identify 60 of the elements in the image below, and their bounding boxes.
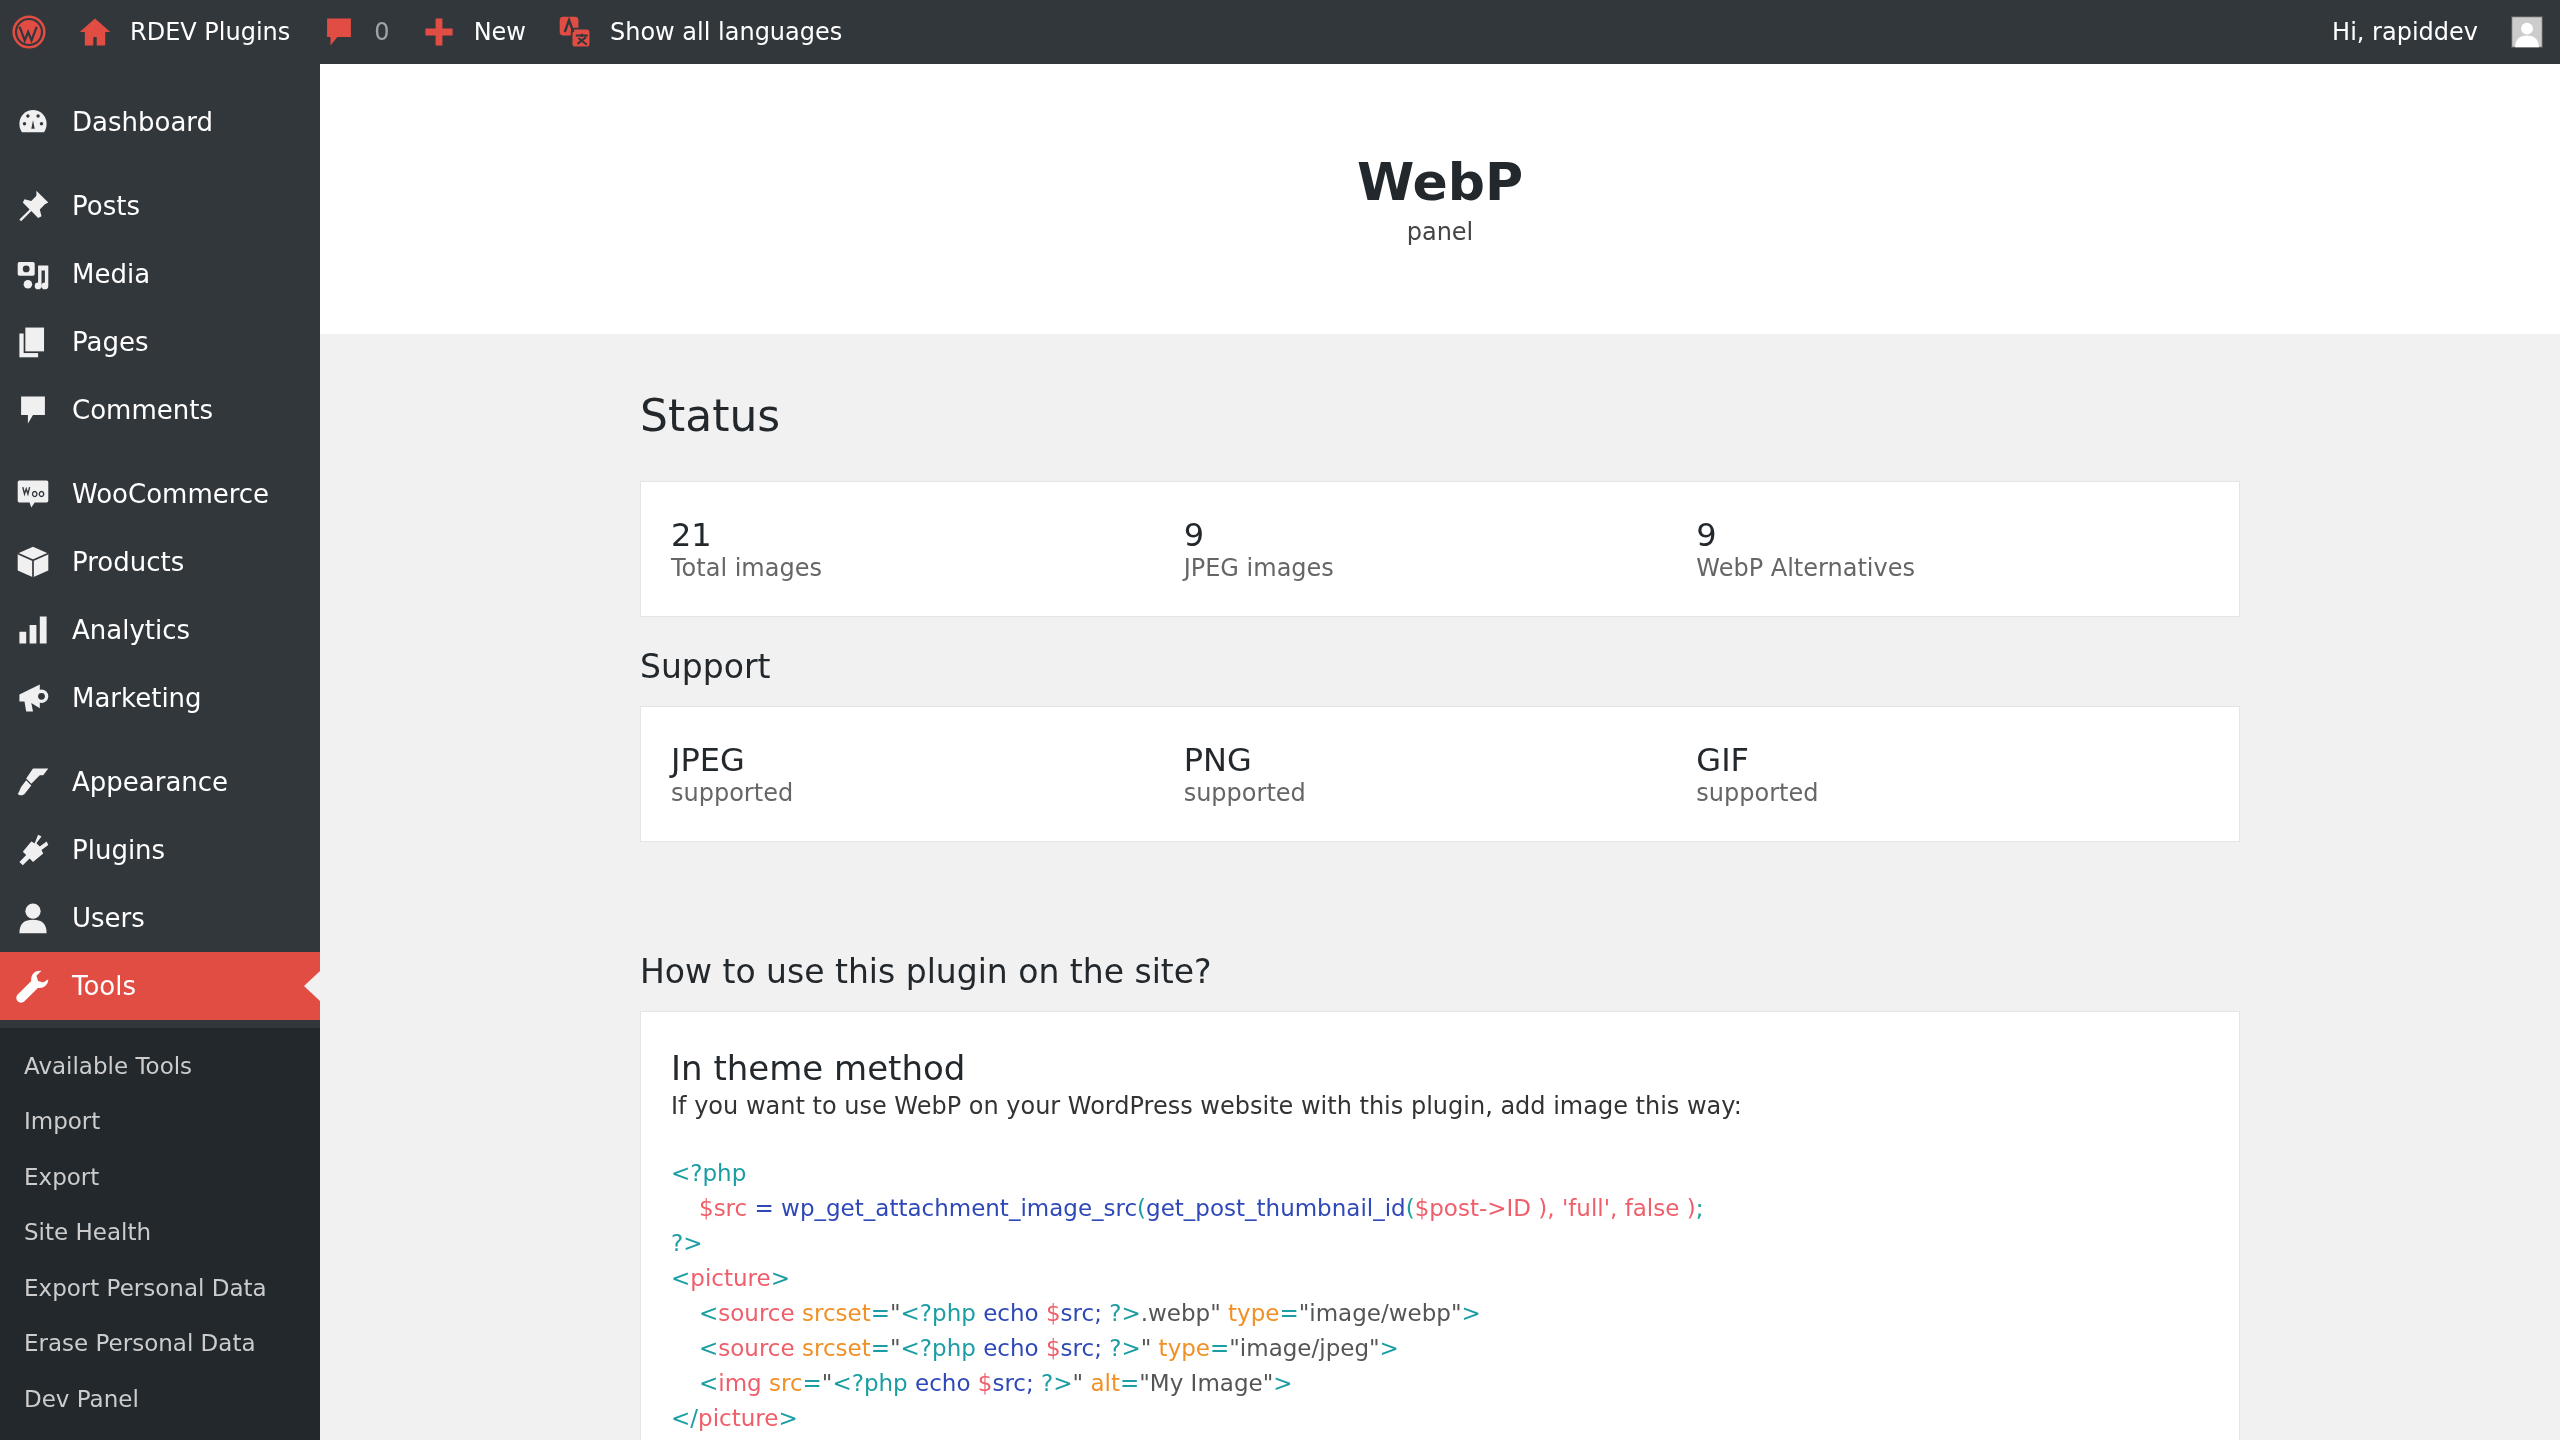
code-line: <?php [671,1160,748,1188]
stat-value: 21 [671,516,713,554]
toolbar-link[interactable]: New [421,15,526,49]
page-title: WebP [1356,152,1524,212]
format-name: PNG [1183,741,1253,779]
menu-item[interactable]: Users [0,884,320,952]
menu-item[interactable]: Analytics [0,596,320,664]
section-heading: Support [640,647,772,686]
stat-value: 9 [1183,516,1205,554]
code-line: $src = wp_get_attachment_image_src(get_post_thumbnail_id($post->ID ), 'full', false ); [698,1195,1705,1223]
submenu-item[interactable]: Export Personal Data [0,1260,320,1316]
format-name: JPEG [671,741,746,779]
translate-icon [558,15,592,49]
menu-item[interactable]: Tools [0,952,320,1020]
menu-item[interactable]: Media [0,240,320,308]
code-line: ?> [671,1230,704,1258]
box-icon [16,545,50,579]
menu-item[interactable]: Marketing [0,664,320,732]
wordpress-logo-icon [12,15,46,49]
code-line: <source srcset="<?php echo $src; ?>" type="image/jpeg"> [698,1335,1400,1363]
submenu-item[interactable]: Available Tools [0,1038,320,1094]
format-status: supported [1696,779,1820,807]
code-line: </picture> [671,1405,799,1433]
page-subtitle: panel [1406,218,1474,246]
menu-item[interactable]: Posts [0,172,320,240]
description-text: If you want to use WebP on your WordPress website with this plugin, add image this way: [671,1092,1743,1120]
pushpin-icon [16,189,50,223]
code-line: <source srcset="<?php echo $src; ?>.webp" type="image/webp"> [698,1300,1482,1328]
toolbar-link[interactable]: 0 [322,15,390,49]
menu-item[interactable]: Comments [0,376,320,444]
bar-chart-icon [16,613,50,647]
format-name: GIF [1696,741,1750,779]
format-status: supported [671,779,795,807]
menu-item[interactable]: Products [0,528,320,596]
toolbar-link[interactable]: Show all languages [558,15,843,49]
section-heading: Status [640,390,782,441]
code-line: <img src="<?php echo $src; ?>" alt="My Image"> [698,1370,1294,1398]
avatar-icon [2510,15,2544,49]
menu-item[interactable]: Appearance [0,748,320,816]
menu-item[interactable]: Pages [0,308,320,376]
wrench-icon [16,969,50,1003]
greeting-text: Hi, rapiddev [2332,18,2478,46]
submenu-item[interactable]: Export [0,1149,320,1205]
toolbar-link[interactable]: RDEV Plugins [78,15,291,49]
submenu-item[interactable]: Import [0,1093,320,1149]
menu-item[interactable]: Dashboard [0,88,320,156]
section-heading: How to use this plugin on the site? [640,952,1213,991]
method-title: In theme method [671,1048,967,1088]
stat-label: JPEG images [1183,554,1335,582]
stat-label: WebP Alternatives [1696,554,1916,582]
menu-item[interactable]: Plugins [0,816,320,884]
submenu-item[interactable]: Dev Panel [0,1371,320,1427]
format-status: supported [1183,779,1307,807]
pointer-icon [304,971,320,1001]
stat-label: Total images [671,554,823,582]
stat-value: 9 [1696,516,1718,554]
code-line: <picture> [671,1265,791,1293]
submenu-item[interactable]: Site Health [0,1204,320,1260]
submenu-item[interactable]: Erase Personal Data [0,1315,320,1371]
menu-item[interactable]: WooCommerce [0,460,320,528]
